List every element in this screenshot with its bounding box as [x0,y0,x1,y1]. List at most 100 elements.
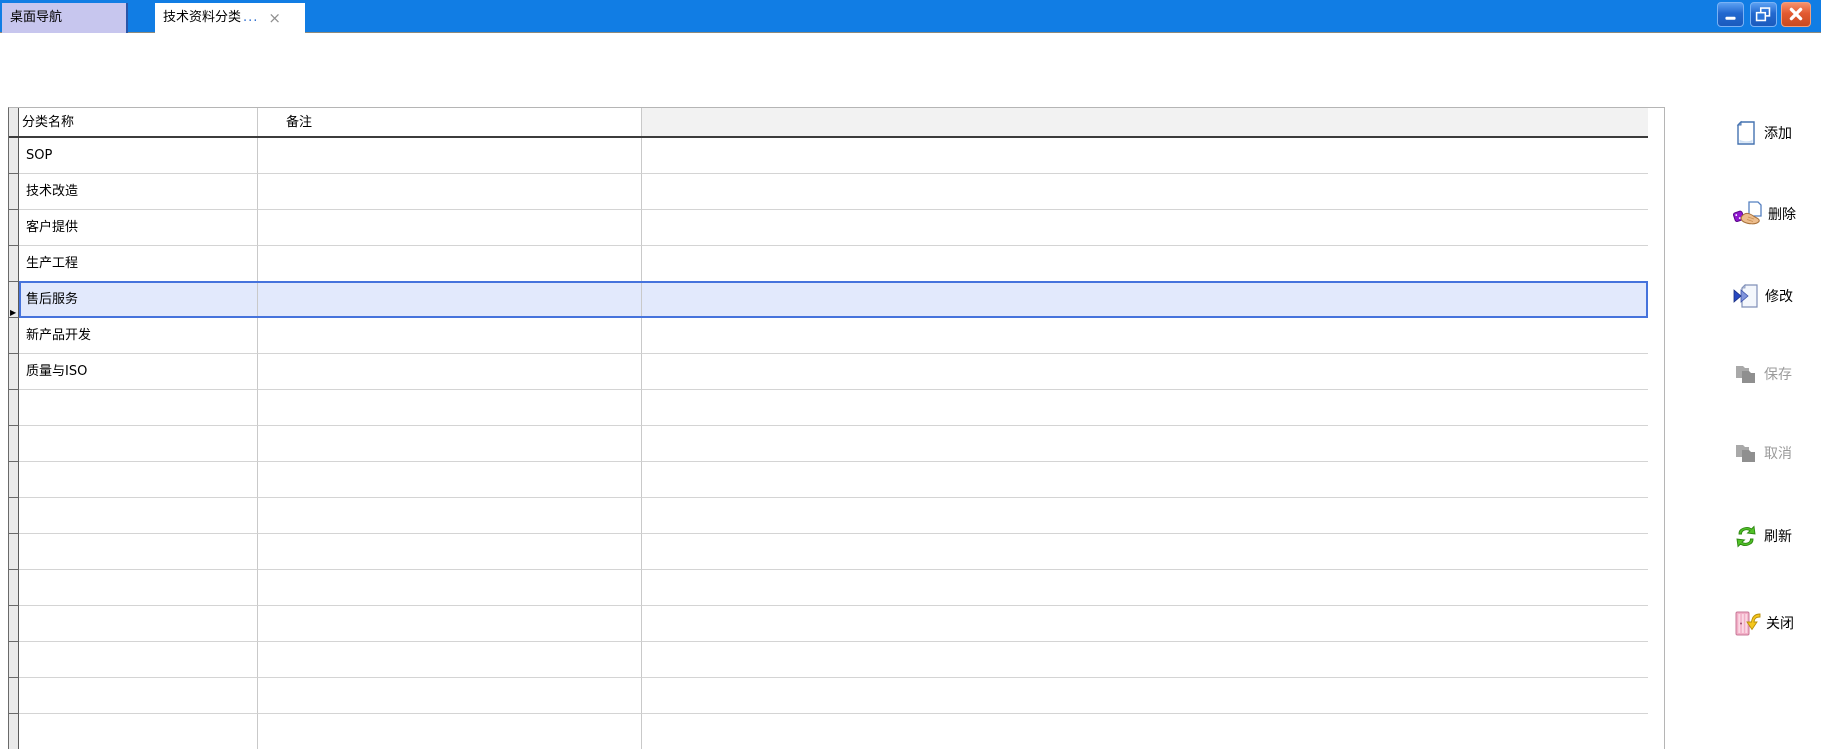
table-row[interactable]: SOP [9,138,1648,174]
table-row[interactable]: 生产工程 [9,246,1648,282]
table-row[interactable] [9,714,1648,749]
cell-category-name: 质量与ISO [19,354,257,390]
column-header-category-name[interactable]: 分类名称 [19,108,257,136]
cancel-folders-icon [1736,445,1755,462]
cell-note [257,678,641,714]
modify-arrows-icon [1733,284,1758,308]
cell-filler [641,498,1648,534]
row-indicator [9,534,19,570]
row-indicator: ▶ [9,282,19,318]
delete-button[interactable]: 删除 [1733,199,1796,229]
table-row[interactable]: 客户提供 [9,210,1648,246]
cell-note [257,282,641,318]
cell-category-name [19,534,257,570]
row-indicator [9,174,19,210]
cell-filler [641,354,1648,390]
cell-note [257,714,641,749]
cell-category-name [19,462,257,498]
cell-category-name: 生产工程 [19,246,257,282]
cell-filler [641,318,1648,354]
table-row[interactable]: ▶ 售后服务 [9,281,1648,318]
refresh-button[interactable]: 刷新 [1733,521,1792,551]
cell-note [257,210,641,246]
cell-category-name [19,570,257,606]
cell-category-name [19,714,257,749]
close-window-button[interactable] [1781,2,1811,27]
cell-filler [641,210,1648,246]
table-row[interactable] [9,498,1648,534]
minimize-button[interactable] [1717,2,1744,27]
cell-filler [641,606,1648,642]
delete-hand-icon [1733,200,1762,224]
grid-rows: SOP 技术改造 客户提供 生产工程 ▶ 售后服务 新产品开发 质量与ISO [9,138,1648,749]
cell-filler [641,138,1648,174]
cell-note [257,642,641,678]
row-indicator [9,138,19,174]
save-folders-icon [1736,366,1755,383]
row-indicator [9,642,19,678]
cell-note [257,354,641,390]
restore-button[interactable] [1750,2,1777,27]
modify-button[interactable]: 修改 [1733,281,1793,311]
cell-filler [641,642,1648,678]
cell-category-name [19,498,257,534]
tab-desktop-navigation[interactable]: 桌面导航 [2,3,128,33]
category-data-grid: 分类名称 备注 SOP 技术改造 客户提供 生产工程 ▶ 售后服务 新产品开发 质量与ISO [8,107,1665,749]
cell-category-name [19,642,257,678]
save-button-label: 保存 [1764,367,1792,383]
table-row[interactable] [9,642,1648,678]
cell-filler [641,462,1648,498]
row-indicator [9,714,19,749]
row-indicator-header [9,108,19,136]
cell-category-name: SOP [19,138,257,174]
add-button-label: 添加 [1764,126,1792,142]
cell-filler [641,390,1648,426]
close-button-label: 关闭 [1766,616,1794,632]
tab-label-ellipsis: ... [243,10,259,25]
cell-note [257,570,641,606]
cell-filler [641,678,1648,714]
column-header-filler [641,108,1648,136]
tab-close-icon[interactable]: × [268,10,281,26]
cell-note [257,534,641,570]
table-row[interactable]: 技术改造 [9,174,1648,210]
cancel-button[interactable]: 取消 [1733,438,1792,468]
cancel-button-label: 取消 [1764,446,1792,462]
row-indicator [9,246,19,282]
tab-technical-data-classification[interactable]: 技术资料分类... × [155,3,305,33]
save-button[interactable]: 保存 [1733,359,1792,389]
table-row[interactable]: 质量与ISO [9,354,1648,390]
restore-icon [1755,7,1771,22]
modify-button-label: 修改 [1765,289,1793,305]
table-row[interactable] [9,426,1648,462]
table-row[interactable] [9,678,1648,714]
row-indicator [9,606,19,642]
cell-category-name: 售后服务 [19,282,257,318]
table-row[interactable] [9,462,1648,498]
table-row[interactable] [9,570,1648,606]
cell-filler [641,534,1648,570]
cell-note [257,318,641,354]
cell-note [257,462,641,498]
minimize-icon [1725,16,1736,20]
row-indicator [9,678,19,714]
add-button[interactable]: 添加 [1733,118,1792,148]
cell-filler [641,426,1648,462]
row-indicator [9,354,19,390]
cell-filler [641,714,1648,749]
cell-category-name: 技术改造 [19,174,257,210]
add-document-icon [1736,120,1755,145]
table-row[interactable]: 新产品开发 [9,318,1648,354]
table-row[interactable] [9,606,1648,642]
cell-category-name [19,678,257,714]
cell-filler [641,282,1648,318]
cell-category-name: 客户提供 [19,210,257,246]
cell-note [257,426,641,462]
cell-category-name: 新产品开发 [19,318,257,354]
column-header-note[interactable]: 备注 [257,108,641,136]
table-row[interactable] [9,534,1648,570]
row-indicator [9,210,19,246]
close-icon [1789,7,1803,21]
table-row[interactable] [9,390,1648,426]
close-button[interactable]: 关闭 [1733,608,1794,638]
